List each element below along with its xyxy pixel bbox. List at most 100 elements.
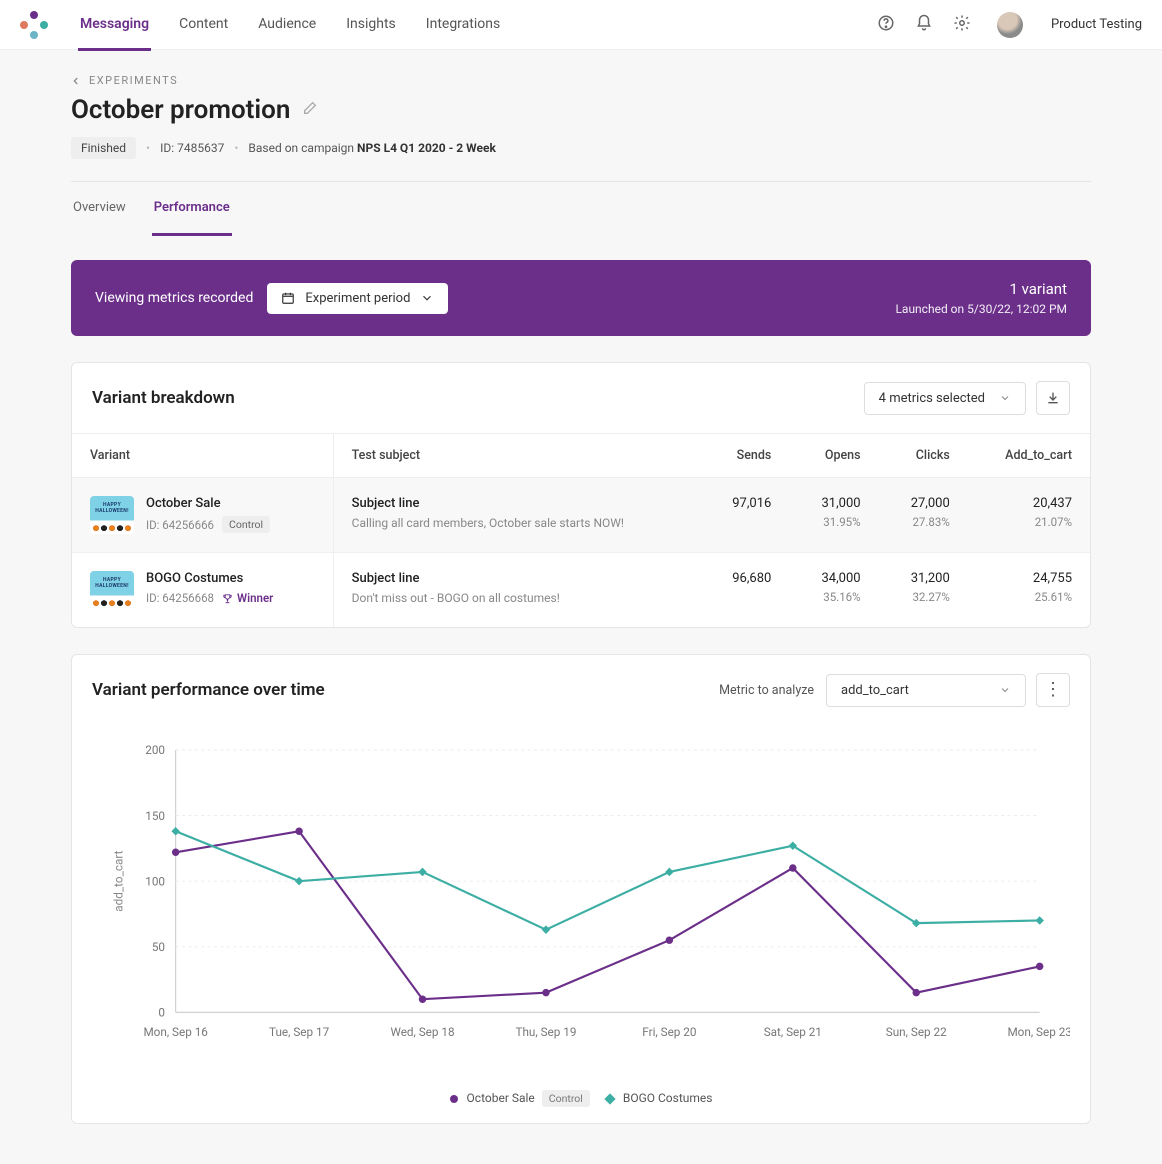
metric-clicks: 31,200 (897, 571, 950, 586)
metric-opens: 31,000 (807, 496, 860, 511)
metric-opens-pct: 35.16% (807, 590, 860, 604)
analyze-label: Metric to analyze (719, 683, 814, 698)
variant-count: 1 variant (895, 280, 1067, 298)
metrics-banner: Viewing metrics recorded Experiment peri… (71, 260, 1091, 336)
col-sends: Sends (700, 434, 789, 478)
variant-thumbnail (90, 571, 134, 609)
nav-item-integrations[interactable]: Integrations (424, 16, 502, 51)
metrics-select[interactable]: 4 metrics selected (864, 382, 1026, 415)
kebab-icon: ⋮ (1044, 681, 1062, 699)
chevron-left-icon (71, 76, 81, 86)
breadcrumb[interactable]: EXPERIMENTS (71, 74, 1091, 87)
svg-text:Mon, Sep 16: Mon, Sep 16 (143, 1025, 208, 1039)
download-icon (1045, 390, 1061, 406)
metric-add_to_cart: 24,755 (986, 571, 1072, 586)
svg-text:Mon, Sep 23: Mon, Sep 23 (1007, 1025, 1070, 1039)
tab-overview[interactable]: Overview (71, 182, 128, 236)
variant-thumbnail (90, 496, 134, 534)
performance-chart: 0 50 100 150 200 Mon, Sep 16 Tue, Sep 17 Wed, S… (92, 735, 1070, 1055)
tab-performance[interactable]: Performance (152, 182, 232, 236)
metric-sends: 96,680 (718, 571, 771, 586)
period-select[interactable]: Experiment period (267, 283, 448, 314)
breakdown-table: VariantTest subjectSendsOpensClicksAdd_t… (72, 433, 1090, 627)
metric-add_to_cart-pct: 21.07% (986, 515, 1072, 529)
svg-text:Fri, Sep 20: Fri, Sep 20 (642, 1025, 696, 1039)
variant-name: BOGO Costumes (146, 571, 273, 586)
chevron-down-icon (420, 291, 434, 305)
top-nav: Messaging Content Audience Insights Integrat… (0, 0, 1162, 50)
period-select-label: Experiment period (305, 291, 410, 306)
col-opens: Opens (789, 434, 878, 478)
nav-item-insights[interactable]: Insights (344, 16, 398, 51)
nav-item-audience[interactable]: Audience (256, 16, 318, 51)
control-badge: Control (222, 516, 270, 533)
variant-name: October Sale (146, 496, 270, 511)
svg-text:Tue, Sep 17: Tue, Sep 17 (269, 1025, 330, 1039)
nav-item-messaging[interactable]: Messaging (78, 16, 151, 51)
svg-text:50: 50 (152, 940, 165, 954)
trophy-icon (222, 593, 233, 604)
logo (20, 11, 48, 39)
breakdown-title: Variant breakdown (92, 388, 235, 408)
metric-clicks: 27,000 (897, 496, 950, 511)
top-icons: Product Testing (877, 12, 1142, 38)
svg-text:150: 150 (145, 809, 165, 823)
table-row[interactable]: BOGO Costumes ID: 64256668 Winner Subjec… (72, 553, 1090, 628)
svg-text:Sun, Sep 22: Sun, Sep 22 (886, 1025, 947, 1039)
metric-add_to_cart-pct: 25.61% (986, 590, 1072, 604)
nav-links: MessagingContentAudienceInsightsIntegrat… (78, 7, 502, 42)
metric-opens: 34,000 (807, 571, 860, 586)
chart-legend: October Sale Control BOGO Costumes (72, 1083, 1090, 1123)
more-button[interactable]: ⋮ (1036, 673, 1070, 707)
page-title: October promotion (71, 95, 290, 125)
svg-text:Thu, Sep 19: Thu, Sep 19 (515, 1025, 576, 1039)
meta-row: Finished • ID: 7485637 • Based on campai… (71, 137, 1091, 159)
calendar-icon (281, 291, 295, 305)
banner-label: Viewing metrics recorded (95, 290, 253, 306)
experiment-id: ID: 7485637 (160, 141, 224, 155)
help-icon[interactable] (877, 14, 895, 36)
avatar[interactable] (997, 12, 1023, 38)
metric-clicks-pct: 32.27% (897, 590, 950, 604)
variant-id: ID: 64256668 (146, 591, 214, 605)
svg-text:add_to_cart: add_to_cart (111, 850, 125, 911)
svg-text:0: 0 (158, 1006, 165, 1020)
col-clicks: Clicks (879, 434, 968, 478)
col-add_to_cart: Add_to_cart (968, 434, 1090, 478)
metric-opens-pct: 31.95% (807, 515, 860, 529)
svg-text:Wed, Sep 18: Wed, Sep 18 (390, 1025, 454, 1039)
chevron-down-icon (999, 684, 1011, 696)
edit-icon[interactable] (302, 100, 318, 120)
chevron-down-icon (999, 392, 1011, 404)
analyze-select[interactable]: add_to_cart (826, 674, 1026, 707)
page-tabs: Overview Performance (71, 182, 1091, 236)
performance-title: Variant performance over time (92, 680, 325, 700)
bell-icon[interactable] (915, 14, 933, 36)
variant-id: ID: 64256666 (146, 518, 214, 532)
breadcrumb-label: EXPERIMENTS (89, 74, 178, 87)
download-button[interactable] (1036, 381, 1070, 415)
metric-clicks-pct: 27.83% (897, 515, 950, 529)
performance-card: Variant performance over time Metric to … (71, 654, 1091, 1124)
svg-text:200: 200 (145, 743, 165, 757)
subject-label: Subject line (352, 496, 682, 511)
launched-text: Launched on 5/30/22, 12:02 PM (895, 302, 1067, 316)
metric-add_to_cart: 20,437 (986, 496, 1072, 511)
winner-badge: Winner (222, 591, 273, 605)
subject-text: Calling all card members, October sale s… (352, 516, 682, 530)
svg-text:100: 100 (145, 874, 165, 888)
subject-text: Don't miss out - BOGO on all costumes! (352, 591, 682, 605)
variant-breakdown-card: Variant breakdown 4 metrics selected Var… (71, 362, 1091, 628)
col-variant: Variant (72, 434, 333, 478)
gear-icon[interactable] (953, 14, 971, 36)
based-on: Based on campaign NPS L4 Q1 2020 - 2 Wee… (248, 141, 495, 155)
col-test subject: Test subject (333, 434, 700, 478)
status-badge: Finished (71, 137, 136, 159)
table-row[interactable]: October Sale ID: 64256666 Control Subjec… (72, 478, 1090, 553)
legend-series-a: October Sale Control (450, 1091, 590, 1105)
user-label: Product Testing (1051, 17, 1142, 32)
svg-text:Sat, Sep 21: Sat, Sep 21 (764, 1025, 822, 1039)
nav-item-content[interactable]: Content (177, 16, 230, 51)
legend-series-b: BOGO Costumes (606, 1091, 713, 1105)
metric-sends: 97,016 (718, 496, 771, 511)
